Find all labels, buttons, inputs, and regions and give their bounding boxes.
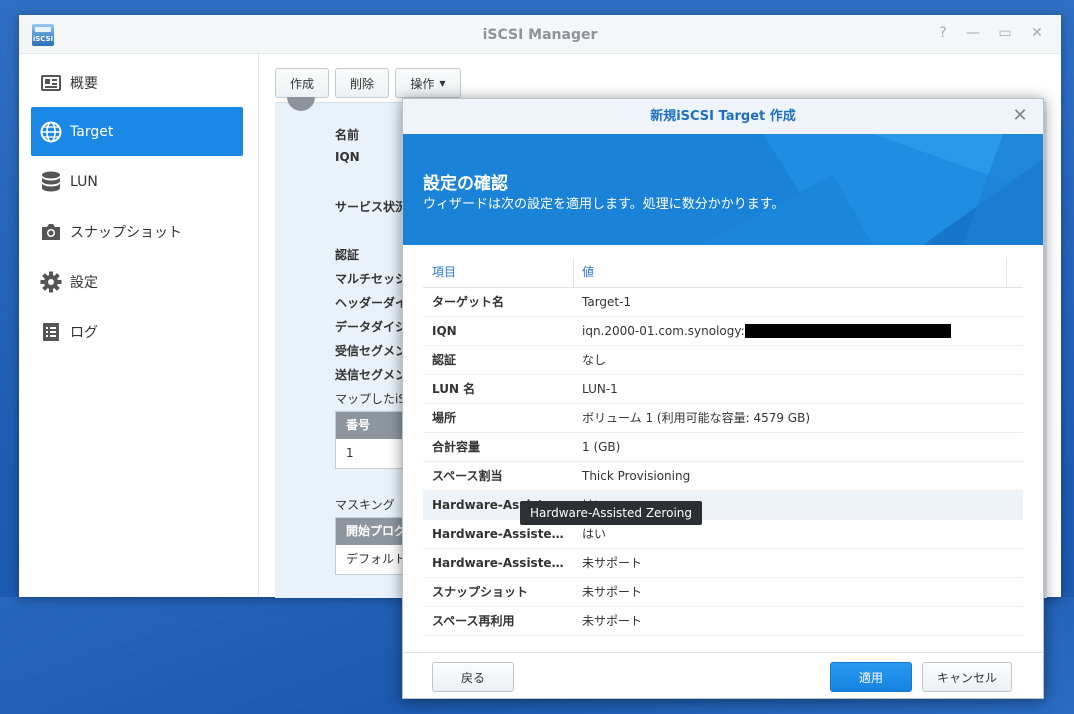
row-item: IQN	[432, 324, 457, 338]
detail-label-service: サービス状況	[335, 200, 408, 214]
detail-label-iqn: IQN	[335, 150, 360, 164]
window-titlebar[interactable]: iSCSI iSCSI Manager ? — ▭ ✕	[19, 15, 1061, 54]
log-icon	[40, 321, 62, 343]
detail-label-header-digest: ヘッダーダイ	[335, 296, 408, 310]
dialog-close-icon[interactable]: ✕	[1011, 107, 1029, 125]
iqn-prefix: iqn.2000-01.com.synology:	[582, 324, 745, 338]
grid-header: 項目 値	[423, 258, 1023, 288]
row-item: スペース再利用	[432, 614, 515, 628]
row-value: Target-1	[582, 295, 632, 309]
sidebar-item-target[interactable]: Target	[31, 107, 243, 156]
sidebar: 概要 Target LUN スナップショット 設定 ログ	[19, 54, 259, 597]
create-button[interactable]: 作成	[275, 68, 329, 98]
row-item: スナップショット	[432, 585, 529, 599]
table-row[interactable]: ターゲット名 Target-1	[423, 288, 1023, 317]
mapped-lun-label: マップしたiS	[335, 392, 406, 406]
row-value: ボリューム 1 (利用可能な容量: 4579 GB)	[582, 411, 811, 425]
row-value: 未サポート	[582, 556, 643, 570]
maximize-icon[interactable]: ▭	[997, 25, 1013, 41]
sidebar-item-label: LUN	[70, 173, 98, 190]
table-row[interactable]: LUN 名 LUN-1	[423, 375, 1023, 404]
row-value: 未サポート	[582, 614, 643, 628]
row-item: 場所	[432, 411, 457, 425]
column-divider[interactable]	[1006, 258, 1007, 287]
window-title: iSCSI Manager	[482, 27, 598, 43]
back-button[interactable]: 戻る	[432, 662, 514, 692]
detail-label-multisession: マルチセッシ	[335, 272, 408, 286]
close-window-icon[interactable]: ✕	[1029, 25, 1045, 41]
table-row[interactable]: スナップショット 未サポート	[423, 578, 1023, 607]
redacted-block	[744, 324, 951, 338]
target-status-icon	[287, 97, 315, 111]
database-icon	[40, 171, 62, 193]
caret-down-icon: ▼	[439, 78, 446, 88]
table-row[interactable]: 合計容量 1 (GB)	[423, 433, 1023, 462]
sidebar-item-lun[interactable]: LUN	[31, 157, 243, 206]
summary-grid: 項目 値 ターゲット名 Target-1 IQN iqn.2000-01.com.s…	[423, 258, 1023, 636]
banner-subtitle: ウィザードは次の設定を適用します。処理に数分かかります。	[423, 197, 785, 212]
row-value-iqn: iqn.2000-01.com.synology:	[582, 317, 951, 345]
delete-button[interactable]: 削除	[335, 68, 389, 98]
sidebar-item-label: 概要	[70, 75, 98, 92]
column-header-value[interactable]: 値	[582, 258, 594, 287]
action-dropdown-button[interactable]: 操作 ▼	[395, 68, 461, 98]
row-item: 認証	[432, 353, 457, 367]
banner-title: 設定の確認	[423, 174, 508, 194]
masking-label: マスキング	[335, 498, 395, 512]
detail-label-auth: 認証	[335, 248, 360, 262]
minimize-icon[interactable]: —	[965, 25, 981, 41]
column-divider[interactable]	[573, 258, 574, 287]
table-row[interactable]: スペース割当 Thick Provisioning	[423, 462, 1023, 491]
sidebar-item-settings[interactable]: 設定	[31, 257, 243, 306]
row-item: LUN 名	[432, 382, 476, 396]
detail-label-name: 名前	[335, 128, 360, 142]
table-row[interactable]: Hardware-Assisted Data Transfer 未サポート	[423, 549, 1023, 578]
column-header-item[interactable]: 項目	[432, 258, 456, 287]
create-target-dialog: 新規iSCSI Target 作成 ✕ 設定の確認 ウィザードは次の設定を適用し…	[402, 98, 1044, 699]
dialog-titlebar[interactable]: 新規iSCSI Target 作成 ✕	[403, 99, 1043, 135]
sidebar-item-label: 設定	[70, 274, 98, 291]
row-value: 未サポート	[582, 585, 643, 599]
row-value: LUN-1	[582, 382, 618, 396]
sidebar-item-snapshot[interactable]: スナップショット	[31, 207, 243, 256]
sidebar-item-overview[interactable]: 概要	[31, 58, 243, 107]
action-label: 操作	[410, 76, 435, 91]
row-value: 1 (GB)	[582, 440, 621, 454]
row-item: ターゲット名	[432, 295, 505, 309]
sidebar-item-label: Target	[70, 123, 114, 140]
row-tooltip: Hardware-Assisted Zeroing	[520, 501, 702, 525]
detail-label-recv-segment: 受信セグメン	[335, 344, 408, 358]
table-row[interactable]: Hardware-Assisted Lockingはい	[423, 520, 1023, 549]
sidebar-item-label: ログ	[70, 324, 98, 341]
gear-icon	[40, 271, 62, 293]
table-row-hovered[interactable]: Hardware-Assisted Zeroingはい	[423, 491, 1023, 520]
apply-button[interactable]: 適用	[830, 662, 912, 692]
sidebar-item-label: スナップショット	[70, 224, 182, 241]
row-value: なし	[582, 353, 607, 367]
wizard-banner: 設定の確認 ウィザードは次の設定を適用します。処理に数分かかります。	[403, 134, 1043, 245]
overview-icon	[40, 72, 62, 94]
cancel-button[interactable]: キャンセル	[922, 662, 1012, 692]
detail-label-data-digest: データダイジ	[335, 320, 408, 334]
row-item: スペース割当	[432, 469, 503, 483]
table-row[interactable]: IQN iqn.2000-01.com.synology:	[423, 317, 1023, 346]
help-icon[interactable]: ?	[935, 25, 951, 41]
row-value: Thick Provisioning	[582, 469, 691, 483]
row-item: Hardware-Assisted Data Transfer	[432, 556, 567, 570]
row-item: 合計容量	[432, 440, 481, 454]
sidebar-item-log[interactable]: ログ	[31, 307, 243, 356]
detail-label-send-segment: 送信セグメン	[335, 368, 408, 382]
dialog-footer: 戻る 適用 キャンセル	[403, 652, 1043, 699]
dialog-title: 新規iSCSI Target 作成	[650, 109, 796, 124]
table-row[interactable]: 認証 なし	[423, 346, 1023, 375]
table-row[interactable]: スペース再利用 未サポート	[423, 607, 1023, 636]
globe-icon	[40, 121, 62, 143]
camera-icon	[40, 221, 62, 243]
table-row[interactable]: 場所 ボリューム 1 (利用可能な容量: 4579 GB)	[423, 404, 1023, 433]
